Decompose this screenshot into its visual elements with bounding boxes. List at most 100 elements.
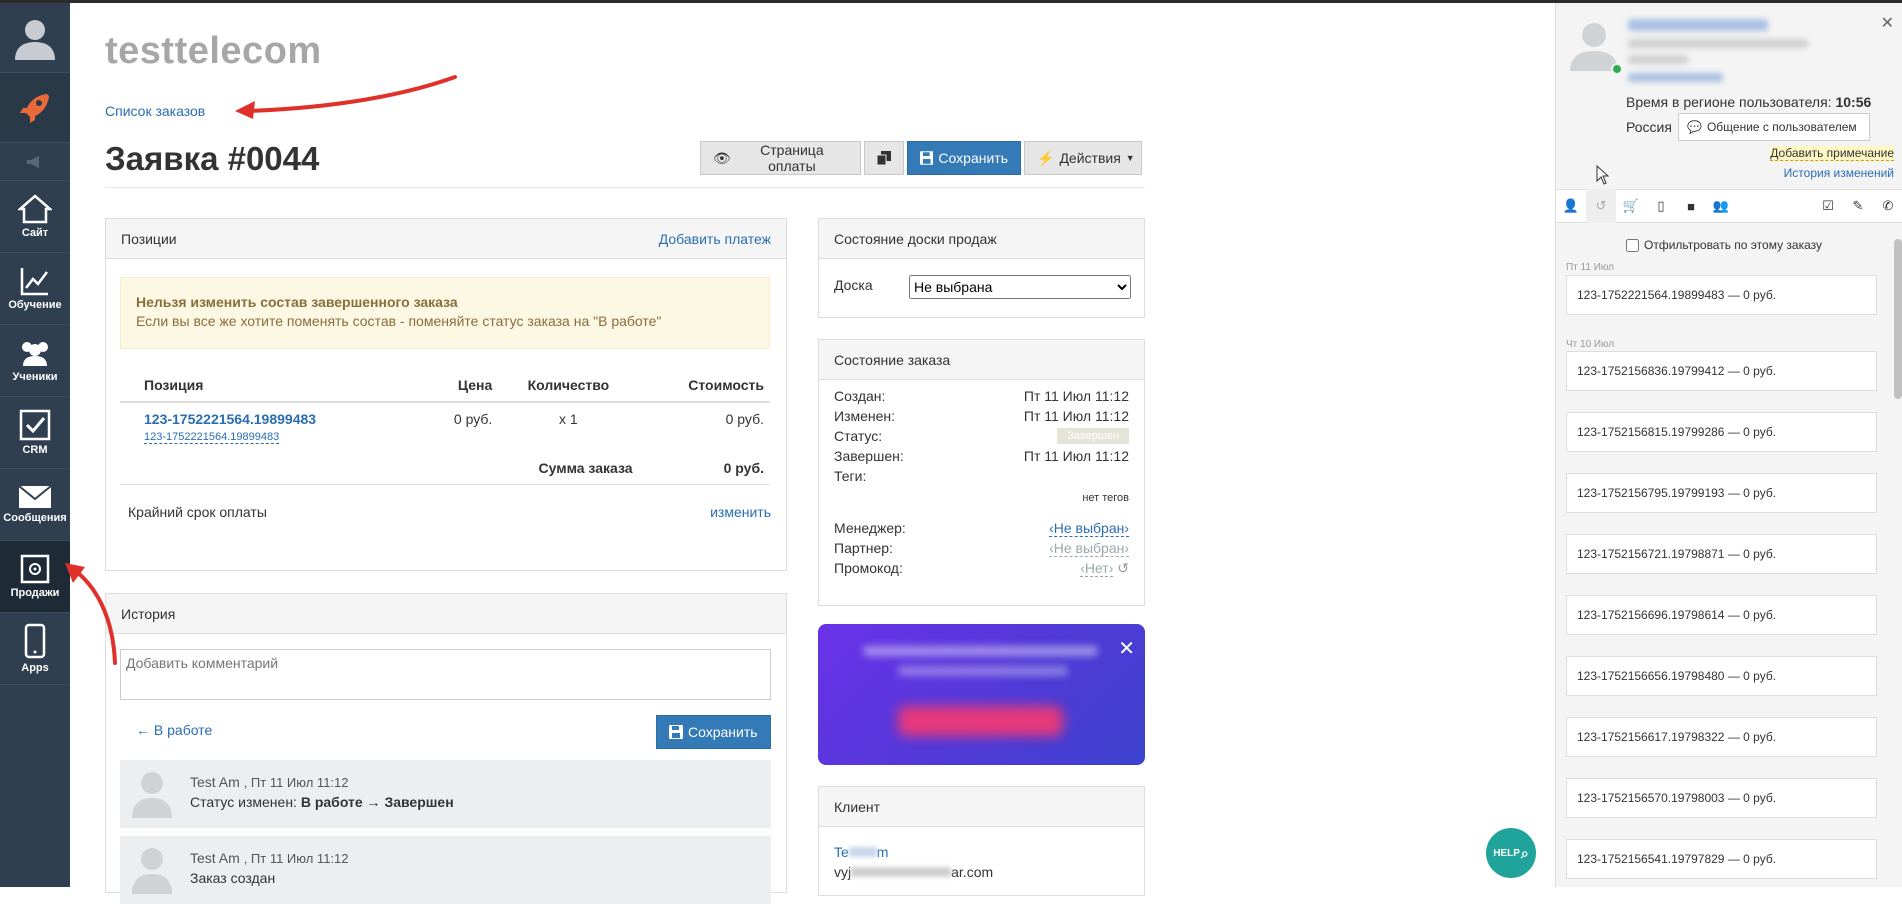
sidebar-item-label: Сообщения — [3, 512, 67, 524]
user-info-panel: ✕ Время в регионе пользователя: 10:56 Ро… — [1555, 3, 1902, 887]
history-icon: ↺ — [1595, 198, 1607, 213]
chat-with-user-button[interactable]: 💬 Общение с пользователем — [1678, 113, 1870, 141]
list-item[interactable]: 123-1752156815.19799286 — 0 руб. — [1566, 412, 1877, 452]
history-entry: Test Am , Пт 11 Июл 11:12 Статус изменен… — [120, 760, 771, 828]
list-item[interactable]: 123-1752156541.19797829 — 0 руб. — [1566, 839, 1877, 879]
sidebar-item-label: Обучение — [8, 299, 62, 311]
region-time: Время в регионе пользователя: 10:56 — [1626, 94, 1872, 110]
partner-select[interactable]: ‹Не выбран› — [1049, 540, 1129, 557]
home-icon — [18, 194, 52, 224]
comment-textarea[interactable] — [120, 649, 771, 700]
phone-icon — [24, 623, 46, 659]
date-header: Пт 11 Июл — [1566, 262, 1615, 273]
close-icon[interactable]: ✕ — [1881, 13, 1894, 33]
list-item[interactable]: 123-1752156721.19798871 — 0 руб. — [1566, 534, 1877, 574]
megaphone-icon — [27, 155, 39, 168]
client-panel: Клиент Te m vyj ar.com — [818, 786, 1145, 896]
user-avatar[interactable] — [0, 3, 70, 73]
board-select[interactable]: Не выбрана — [909, 275, 1131, 299]
tags-value[interactable]: нет тегов — [1082, 492, 1129, 504]
history-save-button[interactable]: Сохранить — [656, 715, 771, 749]
tab-groups[interactable]: 👥 — [1706, 189, 1736, 223]
order-state-panel: Состояние заказа Создан: Пт 11 Июл 11:12 … — [818, 339, 1145, 606]
position-sublink[interactable]: 123-1752221564.19899483 — [144, 431, 280, 444]
client-email: vyj ar.com — [834, 864, 994, 880]
pencil-icon: ✎ — [1852, 198, 1864, 213]
user-country: Россия — [1626, 119, 1672, 135]
copy-icon — [877, 151, 891, 165]
history-header: История — [106, 594, 786, 634]
manager-select[interactable]: ‹Не выбран› — [1049, 520, 1129, 537]
finished-value: Пт 11 Июл 11:12 — [1023, 448, 1129, 464]
list-item[interactable]: 123-1752156696.19798614 — 0 руб. — [1566, 595, 1877, 635]
breadcrumb-orders-list[interactable]: Список заказов — [105, 103, 205, 119]
date-header: Чт 10 Июл — [1566, 339, 1615, 350]
book-icon: ▯ — [1657, 198, 1665, 213]
changes-history-link[interactable]: История изменений — [1784, 166, 1894, 180]
eye-icon: 👁 — [713, 149, 731, 166]
copy-button[interactable] — [864, 141, 904, 175]
scrollbar[interactable] — [1894, 239, 1902, 399]
sidebar-item-messages[interactable]: Сообщения — [0, 469, 70, 541]
add-note-link[interactable]: Добавить примечание — [1770, 146, 1894, 161]
locked-order-alert: Нельзя изменить состав завершенного зака… — [120, 277, 770, 349]
bolt-icon: ⚡ — [1037, 149, 1055, 166]
promo-select[interactable]: ‹Нет› — [1080, 559, 1114, 577]
sidebar-item-announcements[interactable] — [0, 143, 70, 181]
history-icon[interactable]: ↺ — [1117, 560, 1129, 576]
tab-tasks[interactable]: ☑ — [1813, 189, 1843, 223]
tab-edit[interactable]: ✎ — [1843, 189, 1873, 223]
board-header: Состояние доски продаж — [819, 219, 1144, 259]
tab-call[interactable]: ✆ — [1873, 189, 1902, 223]
sidebar-item-label: Продажи — [10, 587, 60, 599]
positions-table: Позиция Цена Количество Стоимость 123-17… — [120, 369, 770, 485]
deadline-change-link[interactable]: изменить — [710, 504, 771, 520]
tab-history[interactable]: ↺ — [1586, 189, 1616, 223]
list-item[interactable]: 123-1752221564.19899483 — 0 руб. — [1566, 275, 1877, 315]
promo-banner[interactable]: ✕ — [818, 624, 1145, 765]
sidebar-item-label: Сайт — [21, 227, 49, 239]
left-sidebar: Сайт Обучение Ученики CRM Сообщения Прод… — [0, 3, 70, 887]
sidebar-item-site[interactable]: Сайт — [0, 181, 70, 253]
sidebar-item-students[interactable]: Ученики — [0, 325, 70, 397]
cart-icon: 🛒 — [1622, 198, 1640, 213]
sidebar-item-label: CRM — [22, 444, 48, 456]
sidebar-item-learning[interactable]: Обучение — [0, 253, 70, 325]
filter-checkbox[interactable] — [1626, 238, 1639, 252]
list-item[interactable]: 123-1752156570.19798003 — 0 руб. — [1566, 778, 1877, 818]
chart-icon — [20, 268, 48, 296]
add-payment-link[interactable]: Добавить платеж — [659, 231, 771, 247]
created-value: Пт 11 Июл 11:12 — [1023, 388, 1129, 404]
list-item[interactable]: 123-1752156656.19798480 — 0 руб. — [1566, 656, 1877, 696]
order-toolbar: 👁 Страница оплаты Сохранить ⚡ Действия ▼ — [700, 141, 1142, 175]
divider — [105, 187, 1145, 188]
payment-page-button[interactable]: 👁 Страница оплаты — [700, 141, 861, 175]
save-button[interactable]: Сохранить — [907, 141, 1021, 175]
mouse-cursor-icon — [1596, 165, 1610, 185]
tab-book[interactable]: ▯ — [1646, 189, 1676, 223]
search-icon: ⌕ — [1520, 844, 1529, 861]
back-status-link[interactable]: ← В работе — [136, 722, 212, 738]
annotation-arrow — [235, 75, 457, 119]
filter-by-order[interactable]: Отфильтровать по этому заказу — [1626, 238, 1822, 252]
phone-icon: ✆ — [1882, 198, 1894, 213]
list-item[interactable]: 123-1752156795.19799193 — 0 руб. — [1566, 473, 1877, 513]
checkbox-icon — [19, 409, 51, 441]
sidebar-item-crm[interactable]: CRM — [0, 397, 70, 469]
order-state-header: Состояние заказа — [819, 340, 1144, 380]
sidebar-item-rocket[interactable] — [0, 73, 70, 143]
list-item[interactable]: 123-1752156617.19798322 — 0 руб. — [1566, 717, 1877, 757]
close-icon[interactable]: ✕ — [1118, 636, 1135, 661]
tab-orders[interactable]: 🛒 — [1616, 189, 1646, 223]
tab-video[interactable]: ■ — [1676, 189, 1706, 223]
tab-profile[interactable]: 👤 — [1556, 189, 1586, 223]
school-brand: testtelecom — [105, 30, 322, 72]
board-panel: Состояние доски продаж Доска Не выбрана — [818, 218, 1145, 318]
actions-dropdown[interactable]: ⚡ Действия ▼ — [1024, 141, 1142, 175]
client-name[interactable]: Te m — [834, 844, 888, 860]
floppy-icon — [920, 151, 934, 165]
help-button[interactable]: HELP ⌕ — [1486, 828, 1536, 878]
position-link[interactable]: 123-1752221564.19899483 — [144, 411, 417, 427]
user-icon: 👤 — [1562, 198, 1580, 213]
list-item[interactable]: 123-1752156836.19799412 — 0 руб. — [1566, 351, 1877, 391]
